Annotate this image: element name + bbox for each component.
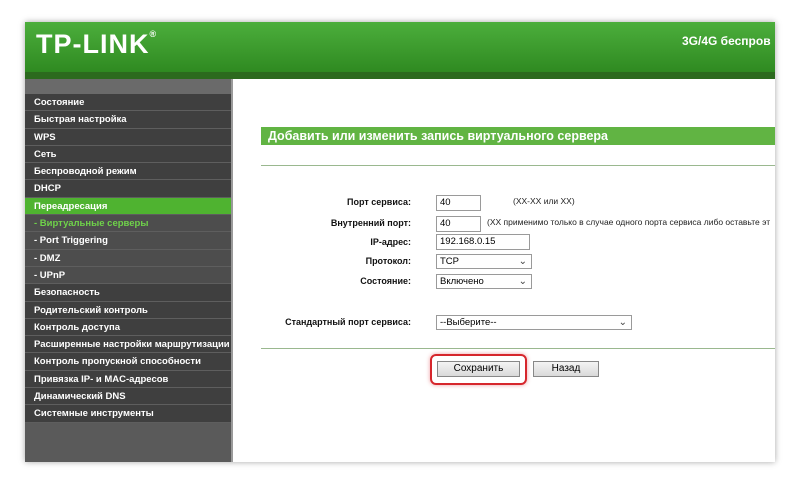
sidebar-item-16[interactable]: Привязка IP- и MAC-адресов bbox=[25, 370, 231, 389]
header-banner: TP-LINK® 3G/4G беспров bbox=[25, 22, 775, 72]
product-name: 3G/4G беспров bbox=[682, 34, 771, 48]
sidebar-item-7[interactable]: - Виртуальные серверы bbox=[25, 215, 231, 233]
sidebar-item-2[interactable]: WPS bbox=[25, 128, 231, 146]
sidebar-item-6[interactable]: Переадресация bbox=[25, 197, 231, 216]
sidebar-top-spacer bbox=[25, 79, 231, 94]
service-port-label: Порт сервиса: bbox=[347, 197, 411, 207]
sidebar-item-0[interactable]: Состояние bbox=[25, 94, 231, 112]
sidebar-item-3[interactable]: Сеть bbox=[25, 145, 231, 164]
sidebar-menu: Состояние Быстрая настройка WPS Сеть Беспров… bbox=[25, 79, 233, 462]
sidebar-item-8[interactable]: - Port Triggering bbox=[25, 232, 231, 250]
internal-port-hint: (XX применимо только в случае одного пор… bbox=[487, 217, 771, 227]
tplink-logo: TP-LINK® bbox=[36, 29, 158, 59]
sidebar-item-9[interactable]: - DMZ bbox=[25, 249, 231, 267]
sidebar-item-18[interactable]: Системные инструменты bbox=[25, 405, 231, 423]
chevron-down-icon: ⌄ bbox=[518, 276, 527, 287]
sidebar-item-14[interactable]: Расширенные настройки маршрутизации bbox=[25, 336, 231, 354]
internal-port-input[interactable]: 40 bbox=[436, 216, 481, 232]
protocol-select[interactable]: TCP ⌄ bbox=[436, 254, 532, 269]
service-port-hint: (XX-XX или XX) bbox=[513, 196, 575, 206]
header-divider-band bbox=[25, 72, 775, 79]
sidebar-item-15[interactable]: Контроль пропускной способности bbox=[25, 353, 231, 371]
ip-address-input[interactable]: 192.168.0.15 bbox=[436, 234, 530, 250]
status-label: Состояние: bbox=[360, 276, 411, 286]
divider-bottom bbox=[261, 348, 775, 349]
standard-port-select-value: --Выберите-- bbox=[440, 317, 497, 328]
save-button[interactable]: Сохранить bbox=[437, 361, 520, 377]
status-select-value: Включено bbox=[440, 276, 484, 287]
divider-top bbox=[261, 165, 775, 166]
sidebar-item-17[interactable]: Динамический DNS bbox=[25, 388, 231, 406]
protocol-label: Протокол: bbox=[365, 256, 411, 266]
chevron-down-icon: ⌄ bbox=[618, 317, 627, 328]
ip-address-label: IP-адрес: bbox=[370, 237, 411, 247]
sidebar-item-10[interactable]: - UPnP bbox=[25, 266, 231, 285]
sidebar-item-11[interactable]: Безопасность bbox=[25, 284, 231, 302]
sidebar-item-4[interactable]: Беспроводной режим bbox=[25, 163, 231, 181]
back-button[interactable]: Назад bbox=[533, 361, 599, 377]
registered-mark: ® bbox=[149, 29, 158, 39]
sidebar-item-5[interactable]: DHCP bbox=[25, 180, 231, 198]
internal-port-label: Внутренний порт: bbox=[330, 218, 411, 228]
browser-window: TP-LINK® 3G/4G беспров Состояние Быстрая … bbox=[25, 22, 775, 462]
chevron-down-icon: ⌄ bbox=[518, 256, 527, 267]
standard-port-select[interactable]: --Выберите-- ⌄ bbox=[436, 315, 632, 330]
service-port-input[interactable]: 40 bbox=[436, 195, 481, 211]
sidebar-item-13[interactable]: Контроль доступа bbox=[25, 318, 231, 337]
sidebar-item-12[interactable]: Родительский контроль bbox=[25, 301, 231, 319]
status-select[interactable]: Включено ⌄ bbox=[436, 274, 532, 289]
protocol-select-value: TCP bbox=[440, 256, 459, 267]
main-content: Добавить или изменить запись виртуальног… bbox=[261, 79, 775, 462]
standard-port-label: Стандартный порт сервиса: bbox=[285, 317, 411, 327]
sidebar-item-1[interactable]: Быстрая настройка bbox=[25, 111, 231, 129]
page-title: Добавить или изменить запись виртуальног… bbox=[261, 127, 775, 145]
